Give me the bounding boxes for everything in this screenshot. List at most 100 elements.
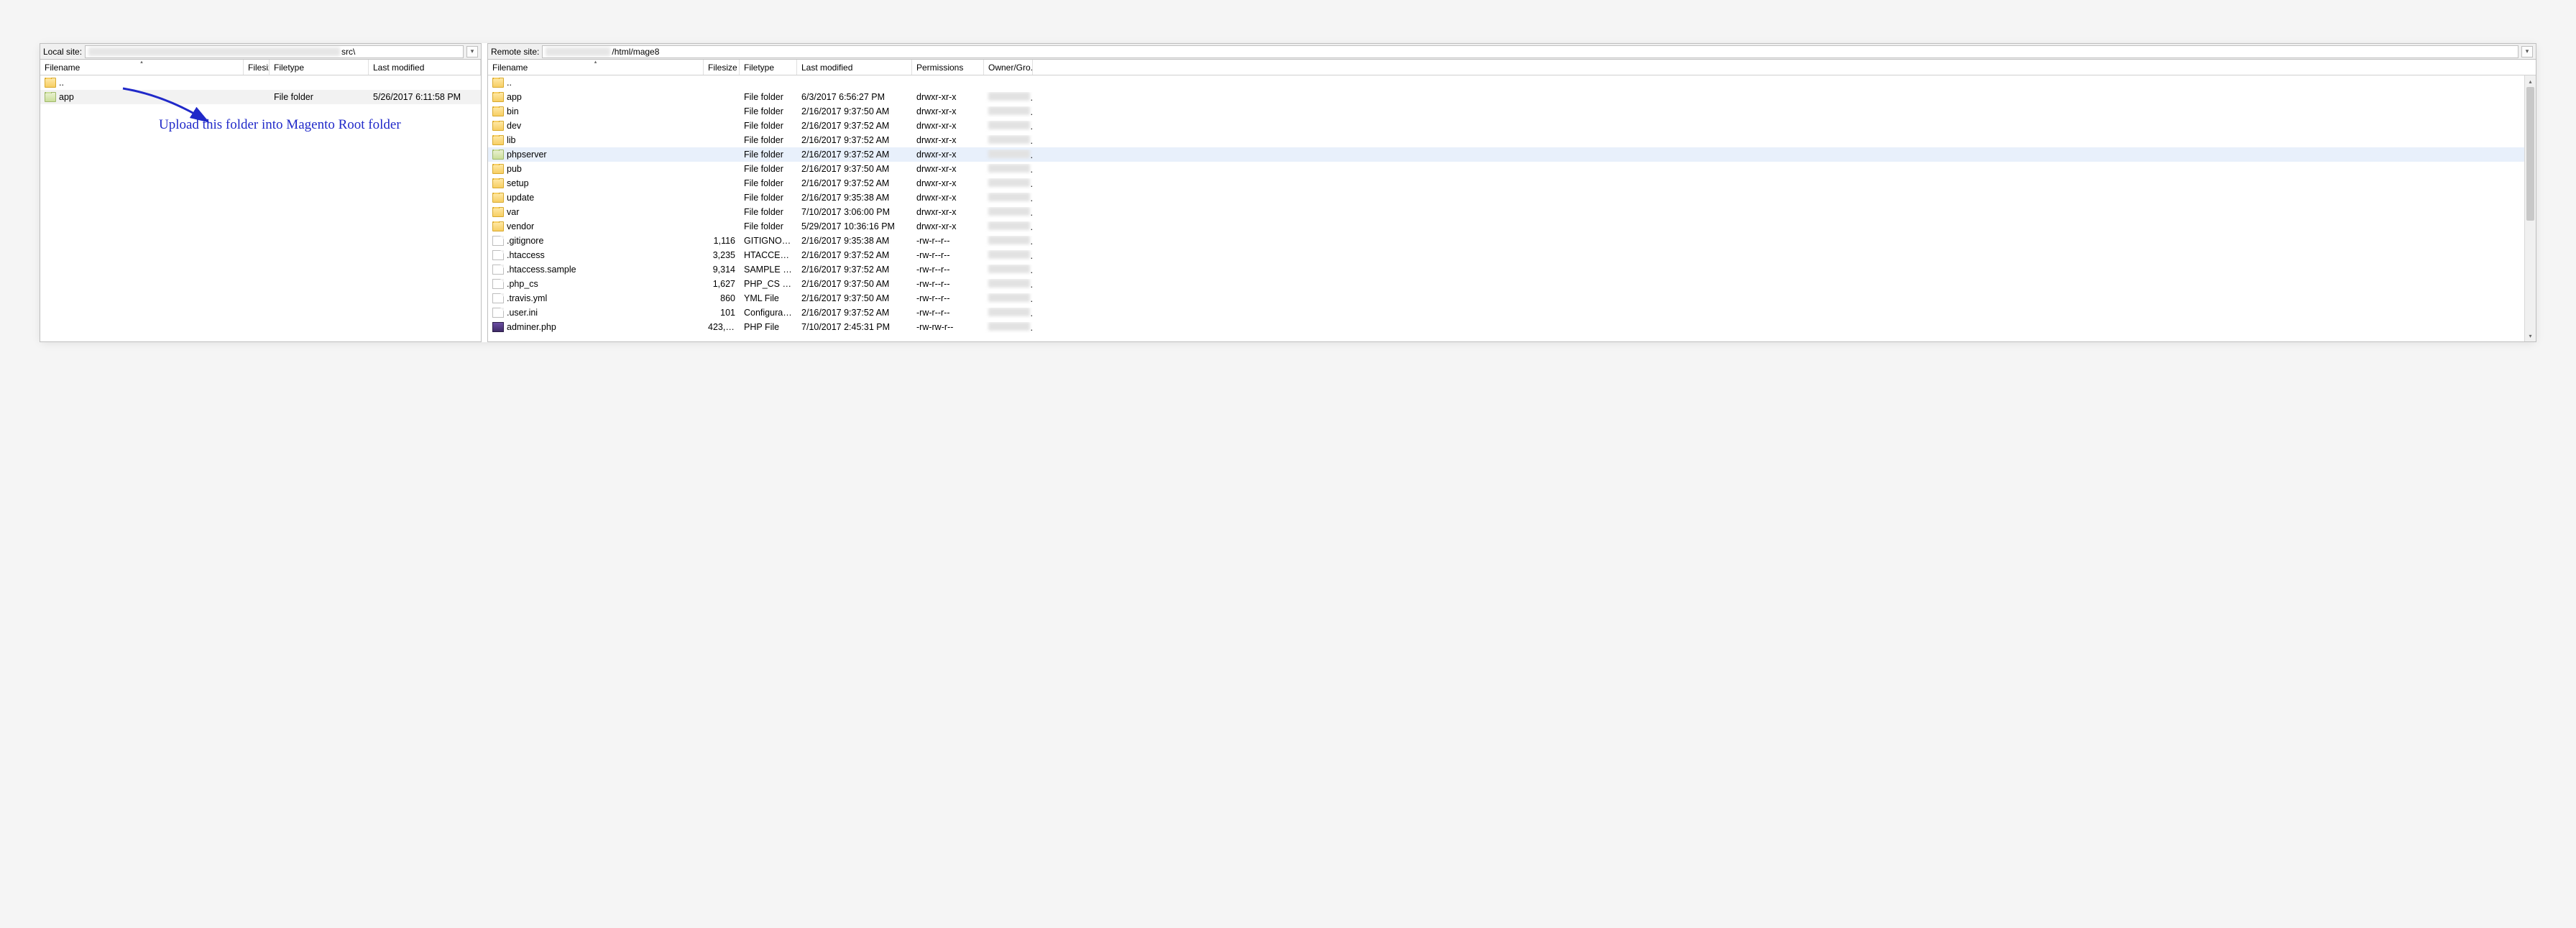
- remote-col-owner[interactable]: Owner/Gro...: [984, 60, 1033, 75]
- table-row[interactable]: varFile folder7/10/2017 3:06:00 PMdrwxr-…: [488, 205, 2524, 219]
- table-row[interactable]: phpserverFile folder2/16/2017 9:37:52 AM…: [488, 147, 2524, 162]
- owner-blur: [988, 322, 1030, 331]
- local-col-lastmod[interactable]: Last modified: [369, 60, 481, 75]
- table-row[interactable]: adminer.php423,951PHP File7/10/2017 2:45…: [488, 320, 2524, 334]
- filename-text: vendor: [507, 221, 534, 231]
- folder-icon: [492, 92, 504, 102]
- table-row[interactable]: .user.ini101Configurat...2/16/2017 9:37:…: [488, 305, 2524, 320]
- filename-cell: setup: [488, 178, 704, 188]
- filename-cell: .htaccess: [488, 250, 704, 260]
- local-path-dropdown[interactable]: ▾: [466, 46, 478, 58]
- filename-cell: phpserver: [488, 150, 704, 160]
- sort-asc-icon: ▴: [594, 60, 597, 65]
- lastmod-cell: 2/16/2017 9:35:38 AM: [797, 193, 912, 203]
- folder-icon: [492, 121, 504, 131]
- remote-scrollbar[interactable]: ▴ ▾: [2524, 75, 2536, 341]
- filename-text: .htaccess: [507, 250, 545, 260]
- filetype-cell: SAMPLE File: [740, 265, 797, 275]
- scroll-down-icon[interactable]: ▾: [2525, 330, 2536, 341]
- lastmod-cell: 7/10/2017 2:45:31 PM: [797, 322, 912, 332]
- scroll-thumb[interactable]: [2526, 87, 2534, 221]
- owner-blur: [988, 293, 1030, 302]
- local-path-suffix: src\: [341, 47, 355, 57]
- remote-col-lastmod[interactable]: Last modified: [797, 60, 912, 75]
- table-row[interactable]: ..: [488, 75, 2524, 90]
- filename-text: .htaccess.sample: [507, 265, 576, 275]
- filename-text: phpserver: [507, 150, 547, 160]
- filename-cell: pub: [488, 164, 704, 174]
- filename-cell: app: [488, 92, 704, 102]
- filename-text: var: [507, 207, 519, 217]
- local-col-filename[interactable]: Filename ▴: [40, 60, 244, 75]
- filename-cell: .gitignore: [488, 236, 704, 246]
- table-row[interactable]: ..: [40, 75, 481, 90]
- filename-cell: lib: [488, 135, 704, 145]
- remote-path-blur: [546, 47, 610, 56]
- table-row[interactable]: binFile folder2/16/2017 9:37:50 AMdrwxr-…: [488, 104, 2524, 119]
- local-path-input[interactable]: src\: [85, 45, 464, 58]
- filename-cell: var: [488, 207, 704, 217]
- owner-cell: [984, 265, 1033, 275]
- owner-cell: [984, 164, 1033, 175]
- table-row[interactable]: setupFile folder2/16/2017 9:37:52 AMdrwx…: [488, 176, 2524, 190]
- filename-cell: .user.ini: [488, 308, 704, 318]
- filename-text: dev: [507, 121, 521, 131]
- filename-text: ..: [59, 78, 64, 88]
- remote-col-filesize[interactable]: Filesize: [704, 60, 740, 75]
- owner-cell: [984, 308, 1033, 318]
- permissions-cell: -rw-rw-r--: [912, 322, 984, 332]
- owner-blur: [988, 236, 1030, 244]
- owner-cell: [984, 135, 1033, 146]
- table-row[interactable]: appFile folder6/3/2017 6:56:27 PMdrwxr-x…: [488, 90, 2524, 104]
- permissions-cell: -rw-r--r--: [912, 265, 984, 275]
- folder-icon: [492, 193, 504, 203]
- filename-cell: .php_cs: [488, 279, 704, 289]
- table-row[interactable]: libFile folder2/16/2017 9:37:52 AMdrwxr-…: [488, 133, 2524, 147]
- table-row[interactable]: .gitignore1,116GITIGNOR...2/16/2017 9:35…: [488, 234, 2524, 248]
- filename-text: lib: [507, 135, 516, 145]
- table-row[interactable]: .travis.yml860YML File2/16/2017 9:37:50 …: [488, 291, 2524, 305]
- table-row[interactable]: .htaccess3,235HTACCESS...2/16/2017 9:37:…: [488, 248, 2524, 262]
- lastmod-cell: 6/3/2017 6:56:27 PM: [797, 92, 912, 102]
- scroll-track[interactable]: [2525, 87, 2536, 330]
- filesize-cell: 860: [704, 293, 740, 303]
- owner-cell: [984, 150, 1033, 160]
- remote-path-input[interactable]: /html/mage8: [542, 45, 2518, 58]
- owner-cell: [984, 279, 1033, 290]
- permissions-cell: -rw-r--r--: [912, 236, 984, 246]
- owner-cell: [984, 121, 1033, 132]
- table-row[interactable]: vendorFile folder5/29/2017 10:36:16 PMdr…: [488, 219, 2524, 234]
- table-row[interactable]: pubFile folder2/16/2017 9:37:50 AMdrwxr-…: [488, 162, 2524, 176]
- filename-cell: dev: [488, 121, 704, 131]
- scroll-up-icon[interactable]: ▴: [2525, 75, 2536, 87]
- remote-col-filetype[interactable]: Filetype: [740, 60, 797, 75]
- table-row[interactable]: appFile folder5/26/2017 6:11:58 PM: [40, 90, 481, 104]
- local-col-filesize[interactable]: Filesize: [244, 60, 270, 75]
- local-rows[interactable]: .. appFile folder5/26/2017 6:11:58 PM: [40, 75, 481, 341]
- owner-cell: [984, 221, 1033, 232]
- remote-col-perms[interactable]: Permissions: [912, 60, 984, 75]
- permissions-cell: drwxr-xr-x: [912, 135, 984, 145]
- remote-columns: Filename ▴ Filesize Filetype Last modifi…: [488, 60, 2536, 75]
- remote-pane: Remote site: /html/mage8 ▾ Filename ▴ Fi…: [487, 43, 2536, 342]
- lastmod-cell: 2/16/2017 9:37:50 AM: [797, 279, 912, 289]
- lastmod-cell: 2/16/2017 9:37:50 AM: [797, 164, 912, 174]
- local-col-filetype[interactable]: Filetype: [270, 60, 369, 75]
- filetype-cell: File folder: [740, 193, 797, 203]
- remote-listview: Filename ▴ Filesize Filetype Last modifi…: [488, 60, 2536, 341]
- remote-col-filename[interactable]: Filename ▴: [488, 60, 704, 75]
- filename-text: pub: [507, 164, 522, 174]
- remote-rows[interactable]: ..appFile folder6/3/2017 6:56:27 PMdrwxr…: [488, 75, 2524, 341]
- filename-text: .travis.yml: [507, 293, 547, 303]
- file-icon: [492, 236, 504, 246]
- table-row[interactable]: .htaccess.sample9,314SAMPLE File2/16/201…: [488, 262, 2524, 277]
- filetype-cell: File folder: [740, 207, 797, 217]
- remote-path-dropdown[interactable]: ▾: [2521, 46, 2533, 58]
- lastmod-cell: 2/16/2017 9:37:52 AM: [797, 308, 912, 318]
- owner-blur: [988, 265, 1030, 273]
- permissions-cell: -rw-r--r--: [912, 293, 984, 303]
- filename-text: .user.ini: [507, 308, 538, 318]
- table-row[interactable]: updateFile folder2/16/2017 9:35:38 AMdrw…: [488, 190, 2524, 205]
- table-row[interactable]: .php_cs1,627PHP_CS File2/16/2017 9:37:50…: [488, 277, 2524, 291]
- table-row[interactable]: devFile folder2/16/2017 9:37:52 AMdrwxr-…: [488, 119, 2524, 133]
